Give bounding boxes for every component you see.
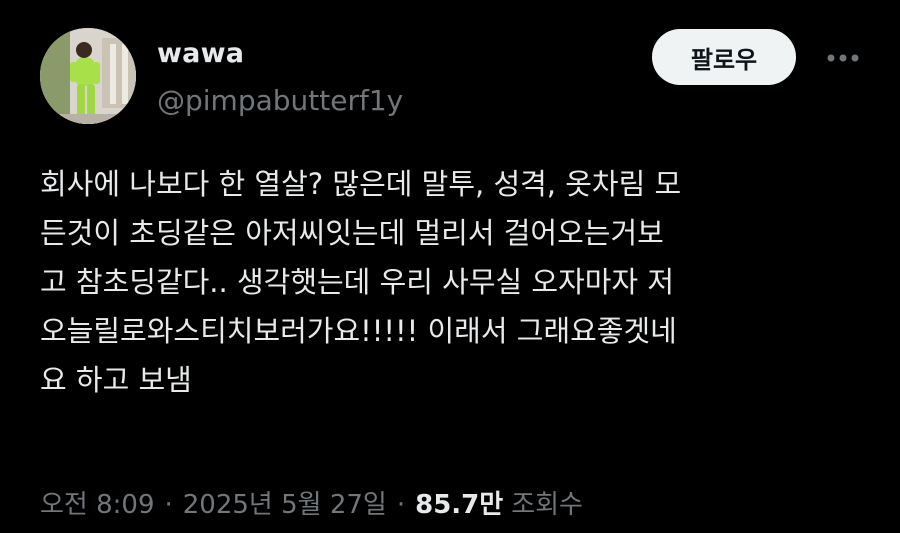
avatar[interactable] [40, 28, 136, 124]
meta-separator: · [164, 490, 173, 520]
tweet-text: 회사에 나보다 한 열살? 많은데 말투, 성격, 옷차림 모 든것이 초딩같은… [40, 167, 682, 397]
views-count: 85.7만 [415, 490, 504, 520]
meta-separator: · [396, 490, 406, 520]
tweet-date[interactable]: 2025년 5월 27일 [183, 484, 387, 521]
author-handle[interactable]: @pimpabutterf1y [157, 84, 403, 117]
more-options-button[interactable] [818, 42, 868, 74]
views-label: 조회수 [511, 490, 583, 520]
author-display-name[interactable]: wawa [157, 38, 244, 69]
follow-button[interactable]: 팔로우 [652, 29, 796, 85]
more-dots-icon [827, 54, 859, 62]
tweet-meta: 오전 8:09 · 2025년 5월 27일 · 85.7만 조회수 [40, 484, 583, 521]
avatar-photo [40, 28, 136, 124]
tweet-time[interactable]: 오전 8:09 [40, 484, 155, 521]
